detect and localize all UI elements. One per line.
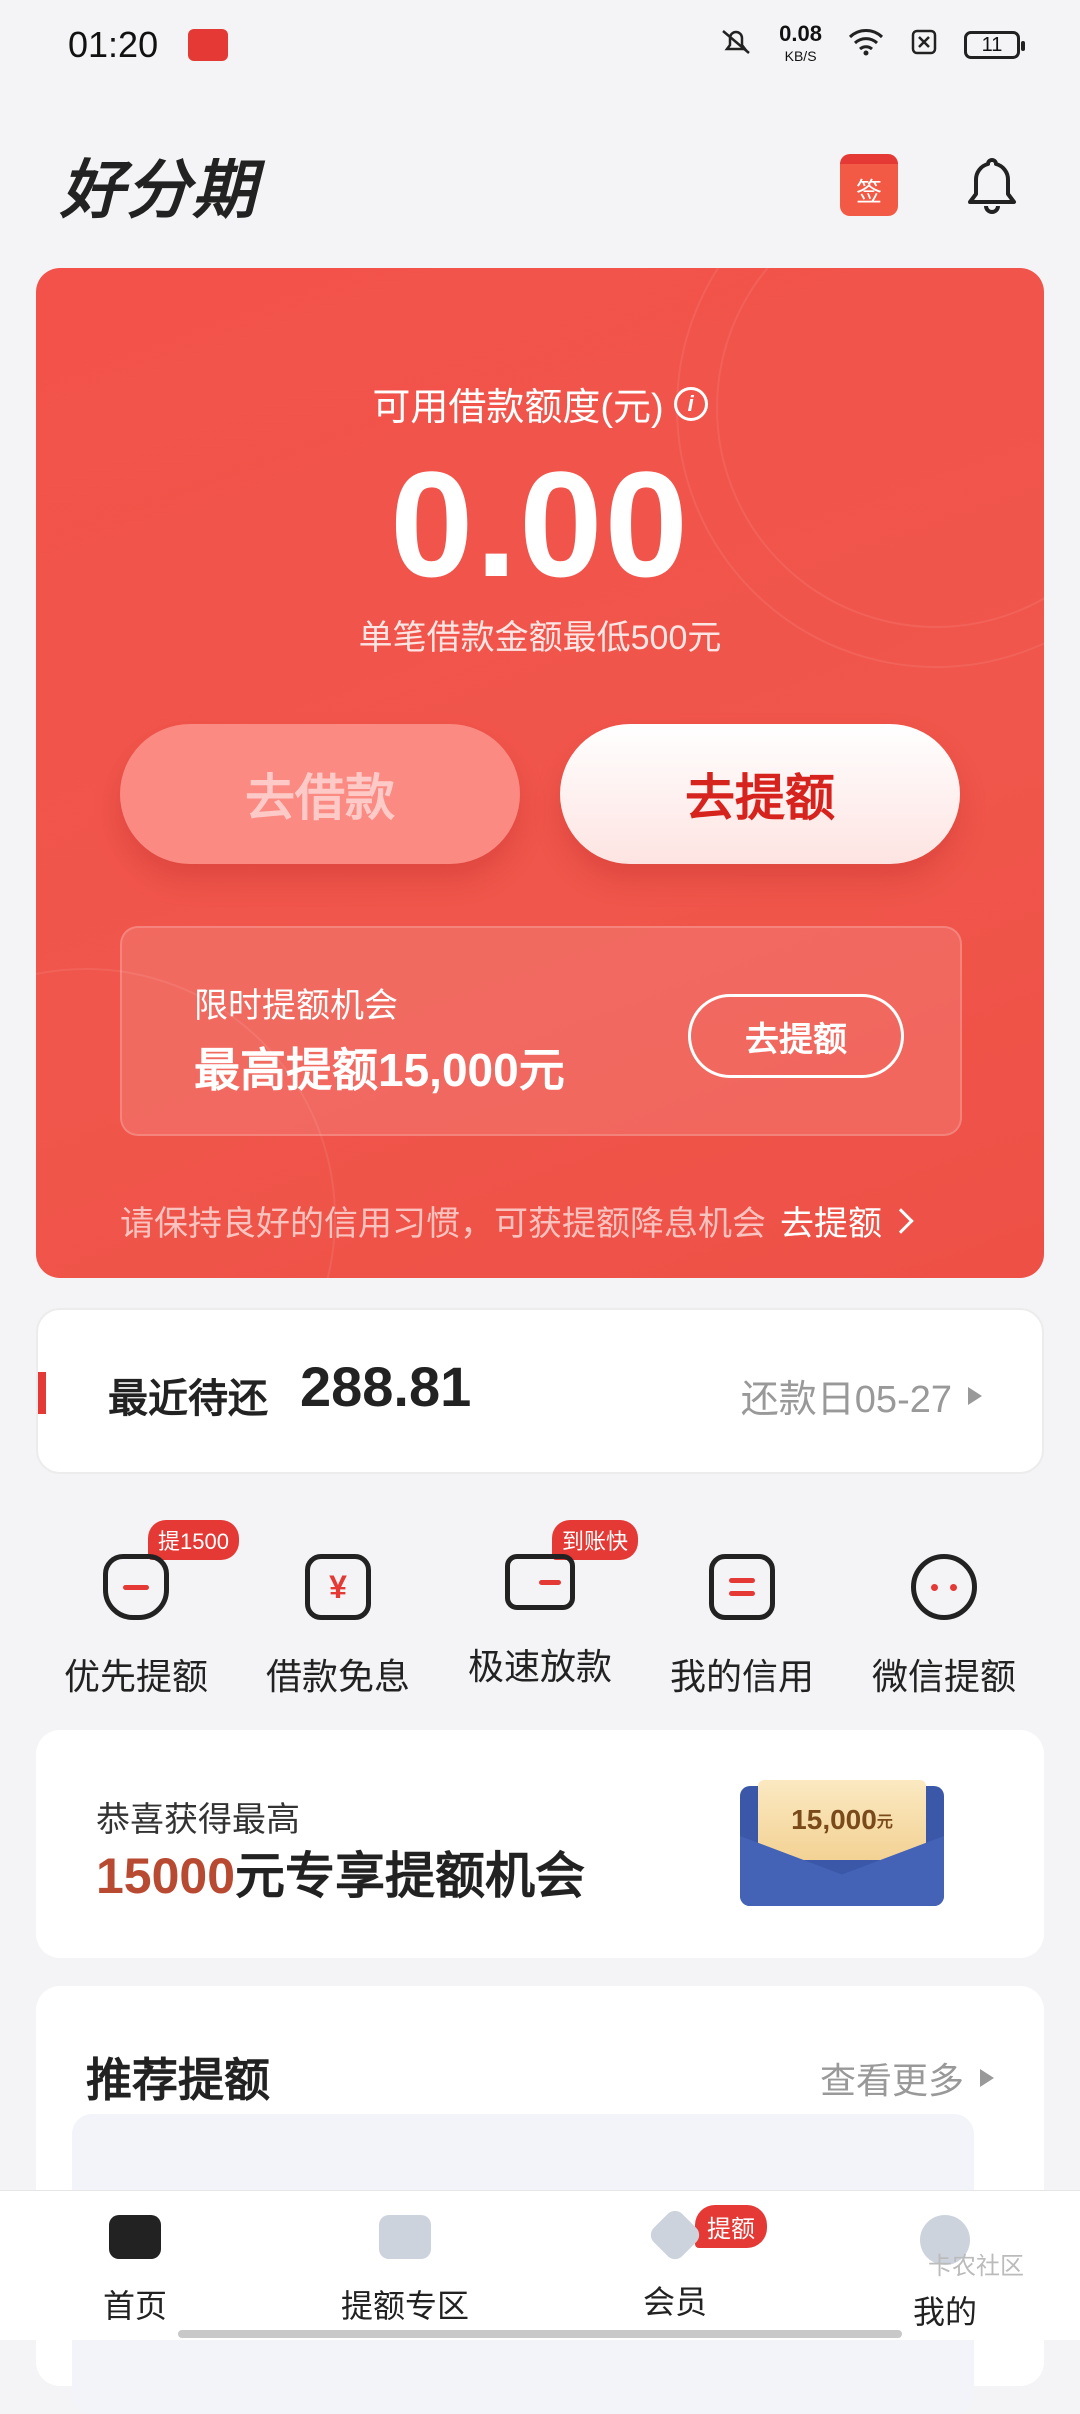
borrow-button[interactable]: 去借款 [120,724,520,864]
credit-card-panel: 可用借款额度(元) i 0.00 单笔借款金额最低500元 去借款 去提额 限时… [36,268,1044,1278]
repay-amount: 288.81 [300,1355,472,1418]
credit-tip[interactable]: 请保持良好的信用习惯，可获提额降息机会 去提额 [120,1196,1000,1245]
recommend-title: 推荐提额 [86,2054,270,2106]
wallet-icon [109,2215,161,2259]
tab-label: 我的 [912,2294,977,2330]
sim-icon [910,28,938,63]
envelope-illustration: 15,000 元 [740,1780,944,1906]
envelope-unit: 元 [876,1814,893,1831]
quick-label: 我的信用 [669,1656,814,1697]
wifi-icon [848,28,884,63]
bell-icon[interactable] [964,154,1020,216]
tip-link[interactable]: 去提额 [780,1196,882,1245]
quick-action-wechat-raise[interactable]: 微信提额 [844,1520,1044,1700]
quick-label: 借款免息 [265,1656,410,1697]
min-loan-text: 单笔借款金额最低500元 [358,619,722,657]
tab-label: 会员 [642,2284,707,2320]
quick-label: 极速放款 [467,1646,612,1687]
battery-icon: 11 [964,31,1025,59]
yuan-icon: ¥ [305,1554,371,1620]
tag-icon [103,1554,169,1620]
net-speed: 0.08 KB/S [779,23,822,67]
arrow-right-icon [980,2069,994,2087]
promo-title: 限时提额机会 [194,987,398,1025]
envelope-amount: 15,000 [791,1804,877,1835]
credit-label: 可用借款额度(元) [372,387,664,429]
status-bar: 01:20 0.08 KB/S 11 [0,0,1080,90]
tab-home[interactable]: 首页 [35,2191,235,2340]
chat-bubble-icon [911,1554,977,1620]
card-icon [505,1554,575,1610]
quick-action-interest-free[interactable]: ¥ 借款免息 [238,1520,438,1700]
home-indicator[interactable] [178,2330,902,2338]
mute-icon [719,27,753,64]
tab-badge: 提额 [695,2205,767,2248]
app-header: 好分期 签 [0,120,1080,250]
raise-limit-button[interactable]: 去提额 [560,724,960,864]
diamond-icon [646,2206,704,2264]
chevron-right-icon [888,1207,914,1234]
info-icon[interactable]: i [673,386,708,421]
credit-amount: 0.00 [390,440,690,608]
status-time: 01:20 [68,24,159,65]
quick-action-fast-loan[interactable]: 到账快 极速放款 [440,1520,640,1700]
check-in-label: 签 [855,176,882,207]
banner-highlight-amount: 15000 [96,1848,236,1904]
quick-badge: 提1500 [148,1520,239,1560]
quick-action-my-credit[interactable]: 我的信用 [642,1520,842,1700]
document-icon [709,1554,775,1620]
envelope-card: 15,000 元 [758,1780,926,1860]
tab-raise-zone[interactable]: 提额专区 [305,2191,505,2340]
banner-line1: 恭喜获得最高 [96,1801,300,1839]
repayment-card[interactable]: 最近待还 288.81 还款日05-27 [36,1308,1044,1474]
limited-promo-card[interactable]: 限时提额机会 最高提额15,000元 去提额 [120,926,962,1136]
repay-label: 最近待还 [108,1377,268,1421]
promo-amount: 最高提额15,000元 [194,1044,565,1096]
bottom-tab-bar: 首页 提额专区 提额 会员 我的 [0,2190,1080,2340]
arrow-right-icon [968,1386,982,1405]
battery-level: 11 [981,33,1003,56]
net-speed-value: 0.08 [779,21,822,46]
repay-date[interactable]: 还款日05-27 [741,1368,982,1423]
notification-app-icon [188,29,229,61]
quick-action-priority-raise[interactable]: 提1500 优先提额 [36,1520,239,1700]
quick-label: 微信提额 [871,1656,1016,1697]
quick-label: 优先提额 [63,1656,208,1697]
tab-label: 首页 [102,2288,167,2324]
promo-raise-button[interactable]: 去提额 [688,994,904,1078]
raise-offer-banner[interactable]: 恭喜获得最高 15000元专享提额机会 15,000 元 [36,1730,1044,1958]
tab-label: 提额专区 [340,2288,469,2324]
repay-date-text: 还款日05-27 [740,1379,952,1421]
banner-line2: 15000元专享提额机会 [96,1836,585,1908]
accent-bar [38,1372,46,1414]
phone-icon [379,2215,431,2259]
net-speed-unit: KB/S [784,48,817,64]
quick-actions: 提1500 优先提额 ¥ 借款免息 到账快 极速放款 我的信用 微信提额 [36,1520,1044,1700]
tab-member[interactable]: 提额 会员 [575,2191,775,2340]
banner-line2-text: 元专享提额机会 [235,1848,586,1904]
credit-label-row: 可用借款额度(元) i [36,376,1044,431]
check-in-calendar-icon[interactable]: 签 [840,154,898,216]
tip-text: 请保持良好的信用习惯，可获提额降息机会 [120,1205,766,1243]
app-logo: 好分期 [60,154,258,226]
watermark-logo: 卡农社区 [928,2253,1024,2280]
view-more-text: 查看更多 [819,2060,964,2101]
view-more-link[interactable]: 查看更多 [820,2052,994,2104]
